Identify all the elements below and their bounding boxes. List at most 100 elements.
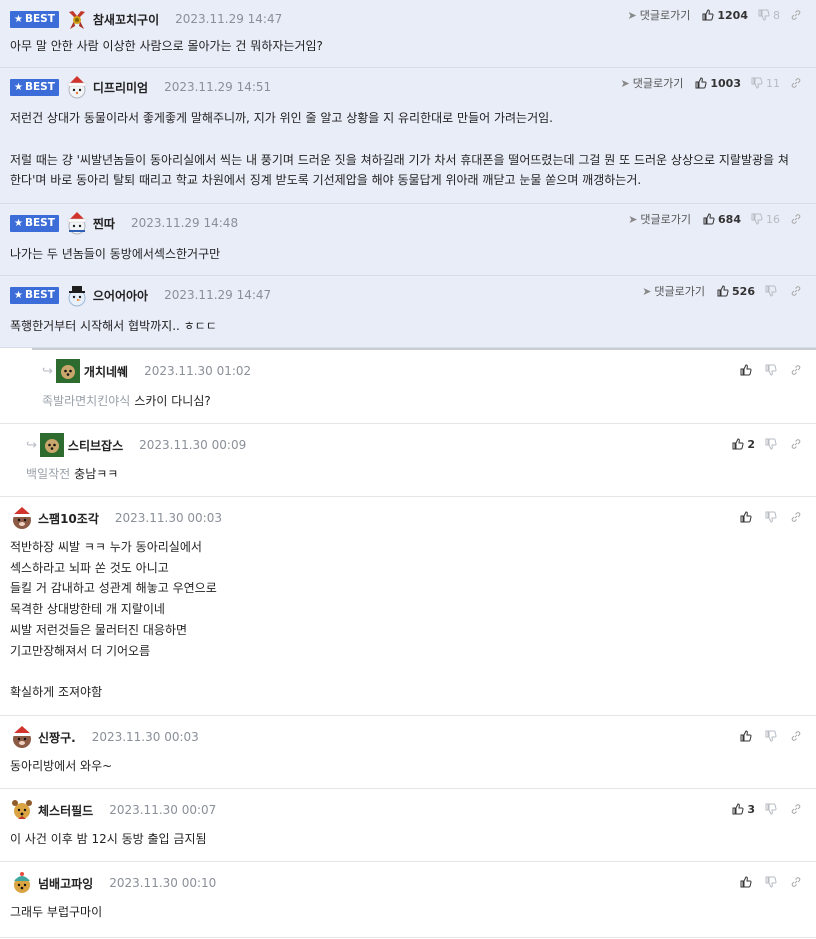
comment-line: 동아리방에서 와우~ — [10, 759, 113, 773]
downvote-button[interactable] — [765, 511, 780, 523]
goto-reply-link[interactable]: ➤ 댓글로가기 — [642, 283, 705, 299]
comment-header: 스팸10조각 2023.11.30 00:03 — [10, 506, 222, 530]
mention[interactable]: 백일작전 — [26, 467, 70, 481]
nickname[interactable]: 디프리미엄 — [93, 79, 148, 96]
thumbs-up-icon — [732, 438, 744, 450]
send-icon: ➤ — [627, 8, 637, 22]
comment-line — [10, 129, 789, 150]
timestamp: 2023.11.29 14:47 — [175, 12, 283, 26]
avatar-icon[interactable] — [10, 725, 34, 749]
nickname[interactable]: 참새꼬치구이 — [93, 11, 159, 28]
thumbs-down-icon — [765, 876, 777, 888]
downvote-button[interactable]: 16 — [751, 213, 780, 226]
avatar-icon[interactable] — [65, 211, 89, 235]
thumbs-up-icon — [703, 213, 715, 225]
avatar-icon[interactable] — [10, 506, 34, 530]
link-icon[interactable] — [790, 213, 802, 225]
downvote-button[interactable] — [765, 285, 780, 297]
thumbs-down-icon — [765, 803, 777, 815]
timestamp: 2023.11.29 14:48 — [130, 216, 239, 230]
comment-line: 충남ㅋㅋ — [74, 467, 119, 481]
avatar-icon[interactable] — [55, 359, 80, 383]
nickname[interactable]: 스티브잡스 — [68, 437, 123, 454]
nickname[interactable]: 스팸10조각 — [38, 510, 99, 527]
comment-header: 신짱구. 2023.11.30 00:03 — [10, 725, 199, 749]
comment-actions — [740, 874, 802, 890]
comment-actions — [740, 728, 802, 744]
comment-header: ↪ 개치네쒜 2023.11.30 01:02 — [42, 359, 251, 383]
best-comment: ★ BEST 디프리미엄 2023.11.29 14:51 ➤ 댓글로가기 1003… — [0, 68, 816, 204]
comment-header: ↪ 스티브잡스 2023.11.30 00:09 — [26, 433, 246, 457]
upvote-button[interactable] — [740, 511, 755, 523]
comment-line: 저럴 때는 걍 '씨발년놈들이 동아리실에서 씩는 내 풍기며 드러운 짓을 쳐… — [10, 152, 789, 167]
best-badge: ★ BEST — [10, 78, 59, 96]
upvote-button[interactable]: 3 — [732, 803, 755, 816]
avatar-icon[interactable] — [10, 798, 34, 822]
reply-arrow-icon: ↪ — [42, 363, 53, 379]
upvote-button[interactable] — [740, 876, 755, 888]
mention[interactable]: 족발라면치킨야식 — [42, 394, 130, 408]
comment-line: 스카이 다니심? — [134, 394, 211, 408]
star-icon: ★ — [14, 289, 23, 301]
comment-actions — [740, 509, 802, 525]
avatar-icon[interactable] — [65, 75, 89, 99]
nickname[interactable]: 넘배고파잉 — [38, 875, 93, 892]
comment-header: 체스터필드 2023.11.30 00:07 — [10, 798, 217, 822]
link-icon[interactable] — [790, 876, 802, 888]
avatar-icon[interactable] — [10, 871, 34, 895]
comment-line — [10, 661, 217, 682]
downvote-button[interactable] — [765, 438, 780, 450]
nickname[interactable]: 신짱구. — [38, 729, 76, 746]
best-comment: ★ BEST 찐따 2023.11.29 14:48 ➤ 댓글로가기 684 16 … — [0, 204, 816, 276]
avatar-icon[interactable] — [65, 283, 89, 307]
comment-line: 아무 말 안한 사람 이상한 사람으로 몰아가는 건 뭐하자는거임? — [10, 39, 323, 53]
timestamp: 2023.11.30 00:07 — [109, 803, 217, 817]
comment-line: 확실하게 조져야함 — [10, 685, 103, 700]
link-icon[interactable] — [790, 285, 802, 297]
send-icon: ➤ — [620, 76, 630, 90]
comment: 스팸10조각 2023.11.30 00:03 적반하장 씨발 ㅋㅋ 누가 동아… — [0, 497, 816, 716]
link-icon[interactable] — [790, 9, 802, 21]
nickname[interactable]: 찐따 — [93, 215, 115, 232]
nickname[interactable]: 으어어아아 — [93, 287, 148, 304]
link-icon[interactable] — [790, 77, 802, 89]
star-icon: ★ — [14, 217, 23, 229]
link-icon[interactable] — [790, 364, 802, 376]
goto-reply-link[interactable]: ➤ 댓글로가기 — [628, 211, 691, 227]
upvote-button[interactable]: 1003 — [695, 77, 741, 90]
downvote-button[interactable] — [765, 803, 780, 815]
comment-line: 저런건 상대가 동물이라서 좋게좋게 말해주니까, 지가 위인 줄 알고 상황을… — [10, 111, 553, 125]
upvote-button[interactable] — [740, 364, 755, 376]
downvote-button[interactable] — [765, 876, 780, 888]
downvote-button[interactable]: 11 — [751, 77, 780, 90]
goto-reply-link[interactable]: ➤ 댓글로가기 — [621, 75, 684, 91]
nickname[interactable]: 개치네쒜 — [84, 363, 128, 380]
downvote-button[interactable] — [765, 730, 780, 742]
send-icon: ➤ — [628, 212, 638, 226]
nested-reply-guide — [32, 348, 816, 424]
comment-line: 섹스하라고 뇌파 쏜 것도 아니고 — [10, 560, 169, 575]
upvote-button[interactable]: 2 — [732, 438, 755, 451]
goto-reply-link[interactable]: ➤ 댓글로가기 — [628, 7, 691, 23]
downvote-button[interactable] — [765, 364, 780, 376]
avatar-icon[interactable] — [39, 433, 64, 457]
comment-header: ★ BEST 찐따 2023.11.29 14:48 — [10, 211, 239, 235]
comment-header: ★ BEST 으어어아아 2023.11.29 14:47 — [10, 283, 271, 307]
link-icon[interactable] — [790, 511, 802, 523]
upvote-button[interactable] — [740, 730, 755, 742]
avatar-icon[interactable] — [65, 7, 89, 31]
comment-header: ★ BEST 디프리미엄 2023.11.29 14:51 — [10, 75, 271, 99]
link-icon[interactable] — [790, 438, 802, 450]
downvote-button[interactable]: 8 — [758, 9, 780, 22]
link-icon[interactable] — [790, 803, 802, 815]
thumbs-up-icon — [740, 730, 752, 742]
thumbs-down-icon — [765, 730, 777, 742]
upvote-button[interactable]: 684 — [703, 213, 741, 226]
upvote-button[interactable]: 1204 — [702, 9, 748, 22]
comment-header: ★ BEST 참새꼬치구이 2023.11.29 14:47 — [10, 7, 283, 31]
upvote-button[interactable]: 526 — [717, 285, 755, 298]
link-icon[interactable] — [790, 730, 802, 742]
best-badge: ★ BEST — [10, 10, 59, 28]
comment-actions: ➤ 댓글로가기 1003 11 — [621, 75, 802, 91]
nickname[interactable]: 체스터필드 — [38, 802, 93, 819]
